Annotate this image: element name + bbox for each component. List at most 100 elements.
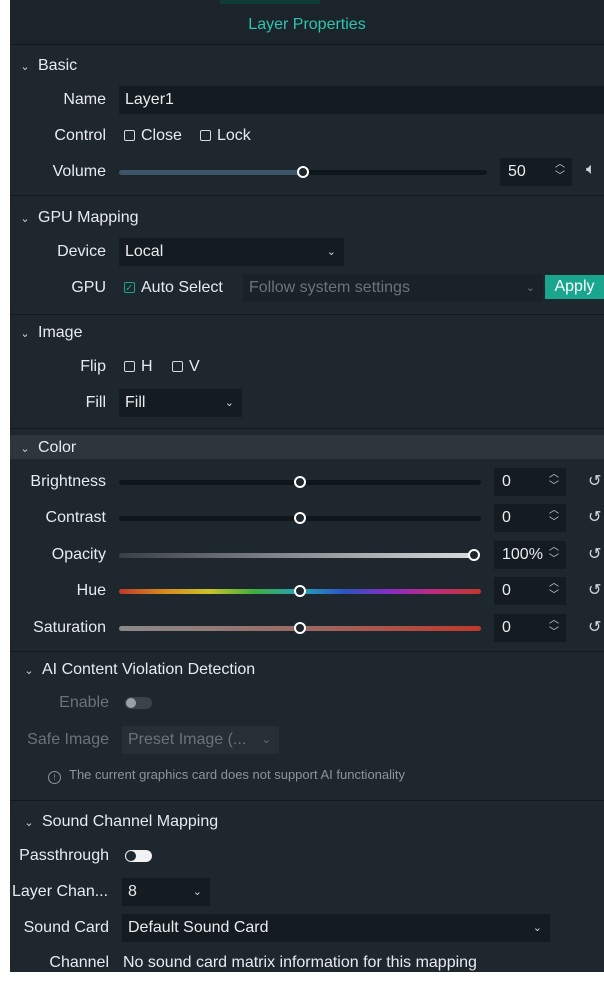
fill-select[interactable]: Fill ⌄ (119, 389, 242, 417)
fill-label: Fill (85, 394, 106, 411)
auto-select-checkbox[interactable]: ✓ Auto Select (124, 277, 223, 299)
checkbox-icon (200, 130, 211, 141)
lock-checkbox[interactable]: Lock (200, 125, 251, 147)
reset-icon[interactable]: ↺ (588, 507, 601, 527)
chevron-down-icon: ⌄ (20, 60, 30, 73)
spin-arrows[interactable]: ︿ ﹀ (548, 615, 560, 639)
brightness-label: Brightness (30, 473, 106, 490)
passthrough-toggle[interactable] (125, 850, 152, 862)
toggle-knob (126, 698, 136, 708)
section-title-ai-detection: AI Content Violation Detection (42, 661, 256, 678)
spin-up-icon[interactable]: ︿ (548, 615, 560, 627)
spin-up-icon[interactable]: ︿ (548, 578, 560, 590)
spin-arrows[interactable]: ︿ ﹀ (548, 469, 560, 493)
saturation-slider-handle[interactable] (294, 622, 306, 634)
reset-icon[interactable]: ↺ (588, 544, 601, 564)
spin-down-icon[interactable]: ﹀ (548, 517, 560, 529)
chevron-down-icon: ⌄ (24, 664, 34, 677)
panel-title: Layer Properties (248, 16, 366, 33)
section-title-image: Image (38, 324, 83, 341)
checkbox-icon (172, 361, 183, 372)
opacity-slider-track[interactable] (119, 553, 474, 558)
reset-icon[interactable]: ↺ (588, 617, 601, 637)
chevron-down-icon: ⌄ (192, 886, 202, 898)
spin-arrows[interactable]: ︿ ﹀ (554, 159, 566, 183)
brightness-slider-handle[interactable] (294, 476, 306, 488)
spin-arrows[interactable]: ︿ ﹀ (548, 578, 560, 602)
chevron-down-icon: ⌄ (224, 397, 234, 409)
flip-h-label: H (141, 358, 153, 375)
opacity-spinbox[interactable]: 100% ︿ ﹀ (494, 541, 566, 569)
section-header-gpu-mapping[interactable]: ⌄ GPU Mapping (18, 207, 138, 229)
spin-arrows[interactable]: ︿ ﹀ (548, 505, 560, 529)
opacity-slider-handle[interactable] (468, 549, 480, 561)
flip-v-checkbox[interactable]: V (172, 356, 200, 378)
hue-slider-handle[interactable] (294, 585, 306, 597)
section-header-color-bg (10, 435, 604, 459)
volume-spinbox[interactable]: 50 ︿ ﹀ (500, 158, 572, 186)
spin-up-icon[interactable]: ︿ (548, 542, 560, 554)
passthrough-label: Passthrough (19, 847, 109, 864)
enable-toggle[interactable] (125, 697, 152, 709)
contrast-label: Contrast (45, 509, 106, 526)
info-icon: ! (48, 771, 61, 784)
spin-down-icon[interactable]: ﹀ (554, 171, 566, 183)
section-title-color: Color (38, 439, 77, 456)
safe-image-label: Safe Image (27, 731, 109, 748)
saturation-spinbox[interactable]: 0 ︿ ﹀ (494, 614, 566, 642)
section-title-sound-mapping: Sound Channel Mapping (42, 813, 219, 830)
name-input[interactable]: Layer1 (119, 86, 604, 114)
name-label: Name (63, 91, 106, 108)
hue-spinbox[interactable]: 0 ︿ ﹀ (494, 577, 566, 605)
spin-arrows[interactable]: ︿ ﹀ (548, 542, 560, 566)
spin-up-icon[interactable]: ︿ (554, 159, 566, 171)
volume-slider-fill (119, 170, 303, 175)
divider (10, 314, 604, 315)
contrast-slider-handle[interactable] (294, 512, 306, 524)
divider (10, 195, 604, 196)
channel-info-text: No sound card matrix information for thi… (123, 954, 477, 971)
device-select[interactable]: Local ⌄ (119, 238, 344, 266)
chevron-down-icon: ⌄ (20, 327, 30, 340)
hue-label: Hue (76, 582, 106, 599)
layer-channel-select[interactable]: 8 ⌄ (122, 878, 210, 906)
opacity-value: 100% (502, 546, 543, 563)
auto-select-label: Auto Select (141, 279, 223, 296)
spin-down-icon[interactable]: ﹀ (548, 481, 560, 493)
section-header-ai-detection[interactable]: ⌄ AI Content Violation Detection (22, 659, 255, 681)
control-label: Control (54, 127, 106, 144)
gpu-select[interactable]: Follow system settings ⌄ (243, 274, 543, 302)
safe-image-select[interactable]: Preset Image (... ⌄ (122, 726, 279, 754)
ai-info-message: ! The current graphics card does not supp… (48, 767, 405, 784)
chevron-down-icon: ⌄ (525, 282, 535, 294)
close-checkbox-label: Close (141, 127, 182, 144)
flip-h-checkbox[interactable]: H (124, 356, 153, 378)
volume-slider-handle[interactable] (297, 166, 309, 178)
reset-icon[interactable]: ↺ (588, 580, 601, 600)
divider (10, 651, 604, 652)
volume-label: Volume (52, 163, 106, 180)
chevron-down-icon: ⌄ (326, 246, 336, 258)
title-accent-bar (220, 0, 320, 4)
spin-up-icon[interactable]: ︿ (548, 505, 560, 517)
section-header-basic[interactable]: ⌄ Basic (18, 55, 77, 77)
close-checkbox[interactable]: Close (124, 125, 182, 147)
spin-down-icon[interactable]: ﹀ (548, 590, 560, 602)
brightness-spinbox[interactable]: 0 ︿ ﹀ (494, 468, 566, 496)
brightness-value: 0 (502, 473, 511, 490)
spin-up-icon[interactable]: ︿ (548, 469, 560, 481)
spin-down-icon[interactable]: ﹀ (548, 627, 560, 639)
section-header-sound-mapping[interactable]: ⌄ Sound Channel Mapping (22, 811, 218, 833)
section-header-color[interactable]: ⌄ Color (18, 437, 76, 459)
safe-image-value: Preset Image (... (128, 731, 247, 748)
gpu-label: GPU (71, 279, 106, 296)
apply-button[interactable]: Apply (545, 275, 604, 299)
spin-down-icon[interactable]: ﹀ (548, 554, 560, 566)
checkbox-icon (124, 130, 135, 141)
sound-card-select[interactable]: Default Sound Card ⌄ (122, 914, 550, 942)
speaker-icon[interactable]: 🔈︎ (586, 161, 596, 179)
opacity-label: Opacity (51, 546, 106, 563)
reset-icon[interactable]: ↺ (588, 471, 601, 491)
contrast-spinbox[interactable]: 0 ︿ ﹀ (494, 504, 566, 532)
section-header-image[interactable]: ⌄ Image (18, 322, 82, 344)
